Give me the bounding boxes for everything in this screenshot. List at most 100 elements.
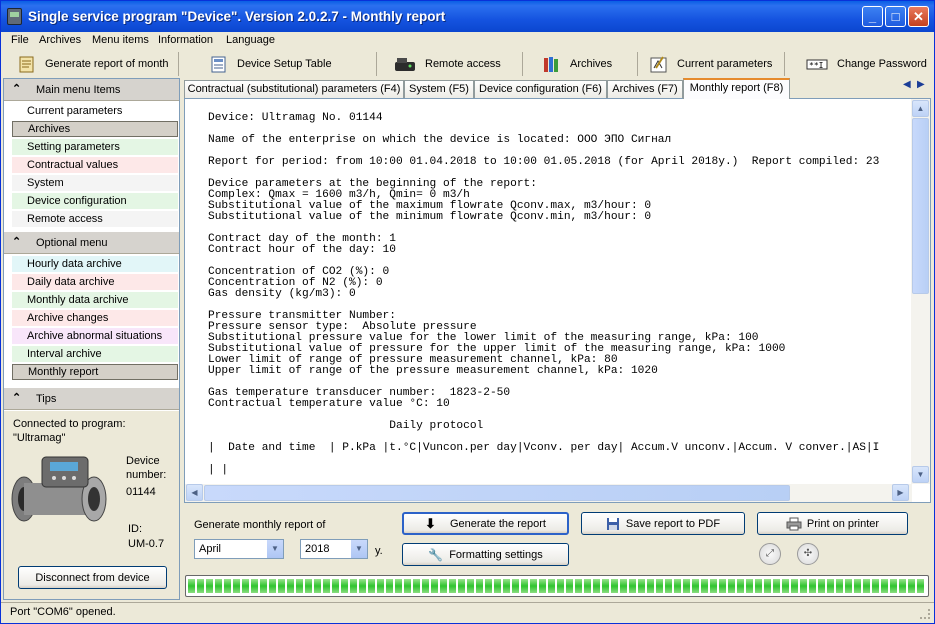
sidebar-item-daily-data-archive[interactable]: Daily data archive (12, 274, 178, 290)
tips-header[interactable]: ⌃ Tips (4, 388, 179, 410)
sidebar-item-system[interactable]: System (12, 175, 178, 191)
chevron-down-icon[interactable]: ▼ (350, 540, 367, 558)
progress-segment (260, 579, 267, 593)
generate-report-label: Generate the report (449, 517, 546, 530)
progress-segment (917, 579, 924, 593)
progress-segment (710, 579, 717, 593)
progress-segment (782, 579, 789, 593)
main-menu-header[interactable]: ⌃ Main menu Items (4, 79, 179, 101)
vertical-scrollbar[interactable]: ▲ ▼ (911, 99, 930, 484)
scroll-up-icon[interactable]: ▲ (912, 100, 929, 117)
generate-report-button[interactable]: ⬇ Generate the report (402, 512, 569, 535)
generate-monthly-label: Generate monthly report of (194, 519, 326, 531)
resize-grip-icon[interactable] (920, 609, 930, 619)
change-password-button[interactable]: **I Change Password (799, 52, 927, 76)
toolbar-label: Generate report of month (45, 58, 169, 70)
tab-scroll-arrows: ◀ ▶ (899, 79, 929, 94)
tab-monthly-report[interactable]: Monthly report (F8) (683, 78, 790, 99)
sidebar-item-archive-abnormal-situations[interactable]: Archive abnormal situations (12, 328, 178, 344)
progress-segment (746, 579, 753, 593)
tab-scroll-right-icon[interactable]: ▶ (917, 79, 925, 90)
vertical-scroll-thumb[interactable] (912, 118, 929, 294)
tab-contractual-parameters[interactable]: Contractual (substitutional) parameters … (184, 80, 404, 98)
toolbar-label: Change Password (837, 58, 927, 70)
disconnect-from-device-button[interactable]: Disconnect from device (18, 566, 167, 589)
menu-information[interactable]: Information (158, 34, 213, 46)
maximize-button[interactable]: □ (885, 6, 906, 27)
tab-scroll-left-icon[interactable]: ◀ (903, 79, 911, 90)
year-select[interactable]: 2018 ▼ (300, 539, 368, 559)
sidebar-item-device-configuration[interactable]: Device configuration (12, 193, 178, 209)
report-line: Contractual temperature value °C: 10 (208, 398, 450, 410)
sidebar-item-monthly-report[interactable]: Monthly report (12, 364, 178, 380)
progress-segment (242, 579, 249, 593)
current-parameters-button[interactable]: Current parameters (643, 52, 785, 76)
menu-language[interactable]: Language (226, 34, 275, 46)
report-text-area[interactable]: Device: Ultramag No. 01144 Name of the e… (184, 98, 931, 503)
download-arrow-icon: ⬇ (425, 515, 436, 531)
progress-segment (413, 579, 420, 593)
formatting-settings-button[interactable]: 🔧 Formatting settings (402, 543, 569, 566)
archive-icon (544, 56, 558, 72)
sidebar: ⌃ Main menu Items Current parameters Arc… (3, 78, 180, 600)
progress-segment (791, 579, 798, 593)
window-title: Single service program "Device". Version… (28, 9, 446, 24)
progress-segment (206, 579, 213, 593)
progress-segment (314, 579, 321, 593)
progress-segment (755, 579, 762, 593)
generate-report-of-month-button[interactable]: Generate report of month (11, 52, 179, 76)
sidebar-item-current-parameters[interactable]: Current parameters (12, 103, 178, 119)
sidebar-item-archive-changes[interactable]: Archive changes (12, 310, 178, 326)
sidebar-item-archives[interactable]: Archives (12, 121, 178, 137)
horizontal-scroll-thumb[interactable] (204, 485, 790, 501)
archives-button[interactable]: Archives (536, 52, 638, 76)
progress-segment (368, 579, 375, 593)
progress-segment (494, 579, 501, 593)
expand-icon[interactable]: ⤢ (759, 543, 781, 565)
collapse-icon[interactable]: ✣ (797, 543, 819, 565)
scroll-down-icon[interactable]: ▼ (912, 466, 929, 483)
sidebar-item-interval-archive[interactable]: Interval archive (12, 346, 178, 362)
sidebar-item-remote-access[interactable]: Remote access (12, 211, 178, 227)
report-content: Device: Ultramag No. 01144 Name of the e… (185, 99, 910, 484)
tab-archives[interactable]: Archives (F7) (607, 80, 683, 98)
progress-segment (512, 579, 519, 593)
password-icon: **I (806, 59, 828, 70)
sidebar-item-contractual-values[interactable]: Contractual values (12, 157, 178, 173)
menu-bar: File Archives Menu items Information Lan… (1, 32, 934, 50)
close-button[interactable]: ✕ (908, 6, 929, 27)
report-line (208, 454, 910, 465)
menu-archives[interactable]: Archives (39, 34, 81, 46)
horizontal-scrollbar[interactable]: ◀ ▶ (185, 484, 912, 502)
progress-segment (215, 579, 222, 593)
progress-segment (593, 579, 600, 593)
application-window: Single service program "Device". Version… (0, 0, 935, 624)
menu-menu-items[interactable]: Menu items (92, 34, 149, 46)
toolbar: Generate report of month Device Setup Ta… (1, 51, 934, 77)
progress-segment (485, 579, 492, 593)
table-icon (211, 56, 226, 72)
status-bar: Port "COM6" opened. (1, 602, 934, 623)
collapse-chevron-icon: ⌃ (12, 392, 22, 404)
tab-system[interactable]: System (F5) (404, 80, 474, 98)
chevron-down-icon[interactable]: ▼ (266, 540, 283, 558)
progress-segment (818, 579, 825, 593)
minimize-button[interactable]: _ (862, 6, 883, 27)
sidebar-item-monthly-data-archive[interactable]: Monthly data archive (12, 292, 178, 308)
sidebar-item-setting-parameters[interactable]: Setting parameters (12, 139, 178, 155)
tab-device-configuration[interactable]: Device configuration (F6) (474, 80, 607, 98)
sidebar-item-hourly-data-archive[interactable]: Hourly data archive (12, 256, 178, 272)
scroll-left-icon[interactable]: ◀ (186, 484, 203, 501)
year-suffix: y. (375, 545, 383, 557)
device-setup-table-button[interactable]: Device Setup Table (203, 52, 377, 76)
menu-file[interactable]: File (11, 34, 29, 46)
optional-menu-header[interactable]: ⌃ Optional menu (4, 232, 179, 254)
progress-segment (611, 579, 618, 593)
flowmeter-device-image (11, 456, 107, 522)
month-select[interactable]: April ▼ (194, 539, 284, 559)
remote-access-button[interactable]: Remote access (387, 52, 523, 76)
save-pdf-button[interactable]: Save report to PDF (581, 512, 745, 535)
print-button[interactable]: Print on printer (757, 512, 908, 535)
progress-segment (386, 579, 393, 593)
scroll-right-icon[interactable]: ▶ (892, 484, 909, 501)
